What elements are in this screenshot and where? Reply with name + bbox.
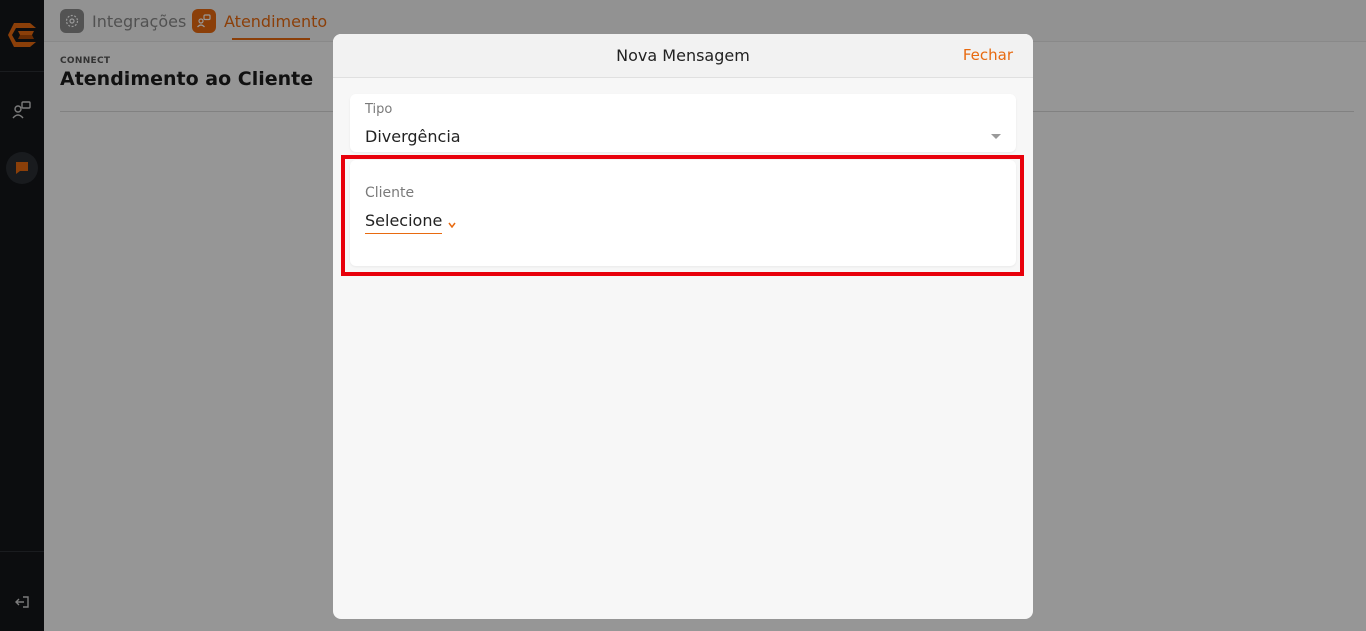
close-button[interactable]: Fechar [963, 46, 1013, 64]
cliente-label: Cliente [365, 185, 415, 201]
dropdown-arrow-icon [991, 134, 1001, 139]
tipo-label: Tipo [365, 102, 393, 117]
cliente-select[interactable]: Selecione [365, 211, 456, 234]
tipo-select[interactable]: Tipo Divergência [350, 94, 1016, 152]
modal-header: Nova Mensagem Fechar [333, 34, 1033, 78]
tipo-value: Divergência [365, 127, 461, 146]
modal-title: Nova Mensagem [616, 46, 750, 65]
cliente-field: Cliente Selecione [350, 160, 1016, 266]
cliente-select-value: Selecione [365, 211, 443, 234]
new-message-modal: Nova Mensagem Fechar Tipo Divergência Cl… [333, 34, 1033, 619]
chevron-down-icon [448, 222, 456, 228]
